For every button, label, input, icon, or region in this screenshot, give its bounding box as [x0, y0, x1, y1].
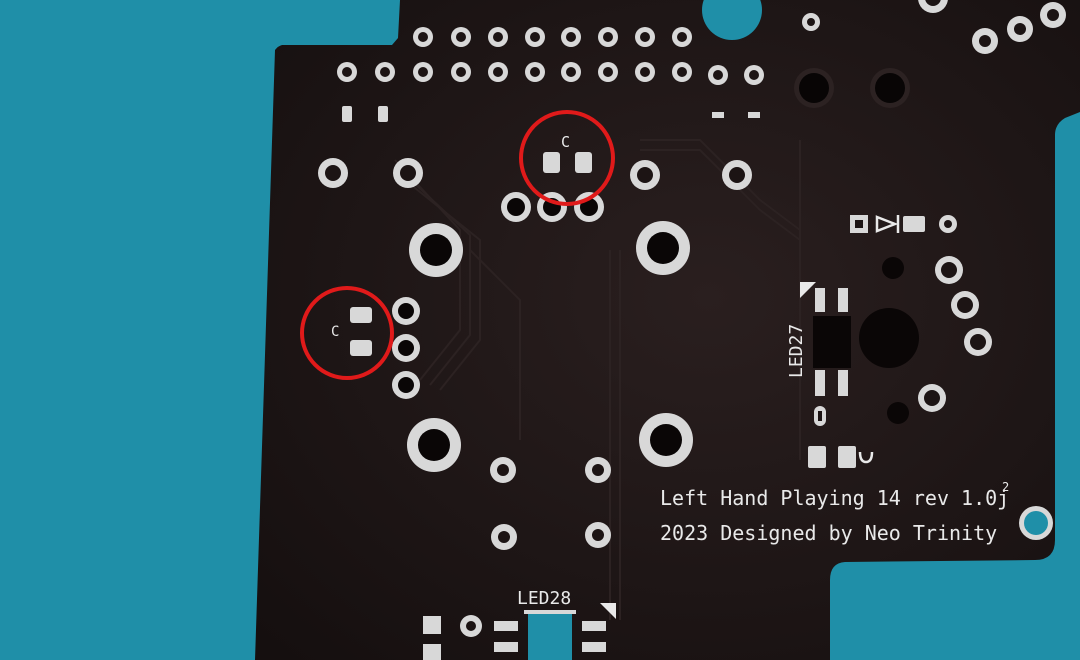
three-pin-header-left: [392, 297, 420, 399]
pcb-photo: C C LED27 Left Hand Playing 14 rev 1.0j …: [0, 0, 1080, 660]
cap-top-label: C: [561, 133, 570, 151]
led28-label: LED28: [517, 588, 571, 609]
led27-label: LED27: [786, 324, 807, 378]
mounting-hole-bottom-right: [1019, 506, 1053, 540]
board-credit: 2023 Designed by Neo Trinity: [660, 521, 997, 545]
cap-left-label: C: [331, 324, 339, 340]
board-title: Left Hand Playing 14 rev 1.0j: [660, 486, 1009, 510]
board-title-superscript: 2: [1002, 480, 1009, 494]
